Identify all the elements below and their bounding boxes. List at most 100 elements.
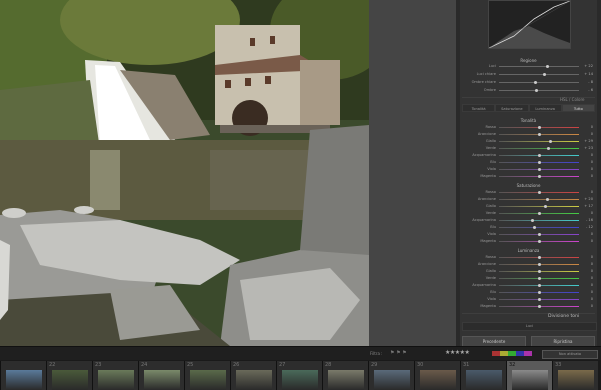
slider-handle[interactable] (537, 175, 541, 178)
filter-select[interactable]: Non attivato (542, 350, 598, 359)
slider-value[interactable]: 0 (583, 290, 593, 294)
slider-handle[interactable] (537, 212, 541, 215)
split-toning-control[interactable]: Luci (462, 322, 597, 331)
slider-value[interactable]: - 6 (583, 88, 593, 92)
slider-track[interactable] (499, 82, 579, 83)
slider-handle[interactable] (537, 291, 541, 294)
tab-all[interactable]: Tutto (561, 104, 595, 112)
slider-value[interactable]: 0 (583, 276, 593, 280)
slider-handle[interactable] (537, 133, 541, 136)
slider-value[interactable]: 0 (583, 125, 593, 129)
slider-value[interactable]: 0 (583, 211, 593, 215)
slider-handle[interactable] (537, 233, 541, 236)
slider-track[interactable] (499, 74, 579, 75)
slider-handle[interactable] (546, 147, 550, 150)
thumbnail-image (236, 370, 272, 390)
slider-track[interactable] (499, 199, 579, 200)
tab-luminance[interactable]: Luminanza (528, 104, 562, 112)
slider-label: Arancione (477, 132, 496, 136)
hsl-tabs: Tonalità Saturazione Luminanza Tutto (462, 104, 595, 112)
slider-label: Viola (487, 297, 496, 301)
slider-track[interactable] (499, 206, 579, 207)
split-toning-header[interactable]: Divisione toni (548, 314, 579, 319)
slider-value[interactable]: 0 (583, 167, 593, 171)
slider-label: Magenta (480, 239, 496, 243)
filmstrip-thumbnail[interactable]: 27 (276, 361, 322, 390)
thumbnail-image (282, 370, 318, 390)
filmstrip-thumbnail[interactable]: 31 (460, 361, 506, 390)
slider-handle[interactable] (537, 263, 541, 266)
slider-handle[interactable] (537, 256, 541, 259)
slider-handle[interactable] (537, 240, 541, 243)
slider-value[interactable]: 0 (583, 132, 593, 136)
slider-value[interactable]: - 12 (583, 225, 593, 229)
slider-value[interactable]: 0 (583, 269, 593, 273)
thumbnail-number: 26 (233, 362, 240, 368)
slider-value[interactable]: + 29 (583, 139, 593, 143)
slider-handle[interactable] (532, 226, 536, 229)
thumbnail-number: 33 (555, 362, 562, 368)
filmstrip-thumbnail[interactable]: 25 (184, 361, 230, 390)
slider-value[interactable]: 0 (583, 232, 593, 236)
slider-track[interactable] (499, 90, 579, 91)
slider-handle[interactable] (537, 305, 541, 308)
filmstrip-thumbnail[interactable]: 30 (414, 361, 460, 390)
thumbnail-number: 27 (279, 362, 286, 368)
slider-track[interactable] (499, 227, 579, 228)
filmstrip-thumbnail[interactable]: 33 (552, 361, 598, 390)
flag-icon[interactable]: ⚑ ⚑ ⚑ (390, 350, 407, 356)
filmstrip-thumbnail[interactable] (0, 361, 46, 390)
slider-value[interactable]: 0 (583, 160, 593, 164)
filmstrip-thumbnail[interactable]: 29 (368, 361, 414, 390)
slider-value[interactable]: - 8 (583, 80, 593, 84)
slider-value[interactable]: 0 (583, 255, 593, 259)
filmstrip-thumbnail[interactable]: 23 (92, 361, 138, 390)
slider-value[interactable]: + 23 (583, 146, 593, 150)
slider-track[interactable] (499, 141, 579, 142)
slider-value[interactable]: + 14 (583, 72, 593, 76)
slider-handle[interactable] (537, 154, 541, 157)
slider-handle[interactable] (537, 270, 541, 273)
slider-track[interactable] (499, 148, 579, 149)
tab-saturation[interactable]: Saturazione (495, 104, 529, 112)
tone-curve-graph[interactable] (488, 0, 571, 49)
slider-value[interactable]: 0 (583, 297, 593, 301)
slider-label: Viola (487, 167, 496, 171)
color-label-filter[interactable] (492, 351, 532, 356)
slider-value[interactable]: 0 (583, 174, 593, 178)
slider-value[interactable]: 0 (583, 239, 593, 243)
slider-value[interactable]: - 16 (583, 218, 593, 222)
slider-label: Rosso (485, 190, 496, 194)
slider-track[interactable] (499, 66, 579, 67)
filmstrip-thumbnail[interactable]: 24 (138, 361, 184, 390)
filmstrip-thumbnail[interactable]: 32 (506, 361, 552, 390)
slider-value[interactable]: + 22 (583, 64, 593, 68)
slider-track[interactable] (499, 220, 579, 221)
slider-handle[interactable] (537, 284, 541, 287)
slider-value[interactable]: + 17 (583, 204, 593, 208)
main-photo[interactable] (0, 0, 369, 346)
rating-stars-icon[interactable]: ★★★★★ (445, 349, 470, 356)
slider-handle[interactable] (537, 168, 541, 171)
slider-value[interactable]: 0 (583, 153, 593, 157)
slider-handle[interactable] (545, 198, 549, 201)
slider-handle[interactable] (537, 161, 541, 164)
slider-label: Giallo (485, 204, 496, 208)
thumbnail-image (512, 370, 548, 390)
slider-value[interactable]: 0 (583, 262, 593, 266)
slider-value[interactable]: + 20 (583, 197, 593, 201)
slider-value[interactable]: 0 (583, 190, 593, 194)
slider-label: Magenta (480, 174, 496, 178)
slider-label: Acquamarina (472, 283, 496, 287)
tab-hue[interactable]: Tonalità (462, 104, 496, 112)
slider-value[interactable]: 0 (583, 304, 593, 308)
filmstrip-thumbnail[interactable]: 26 (230, 361, 276, 390)
slider-handle[interactable] (537, 277, 541, 280)
filmstrip-thumbnail[interactable]: 22 (46, 361, 92, 390)
slider-handle[interactable] (537, 191, 541, 194)
slider-handle[interactable] (537, 298, 541, 301)
slider-value[interactable]: 0 (583, 283, 593, 287)
filmstrip-thumbnail[interactable]: 28 (322, 361, 368, 390)
hsl-header[interactable]: HSL / Colore (560, 97, 584, 102)
slider-handle[interactable] (537, 126, 541, 129)
